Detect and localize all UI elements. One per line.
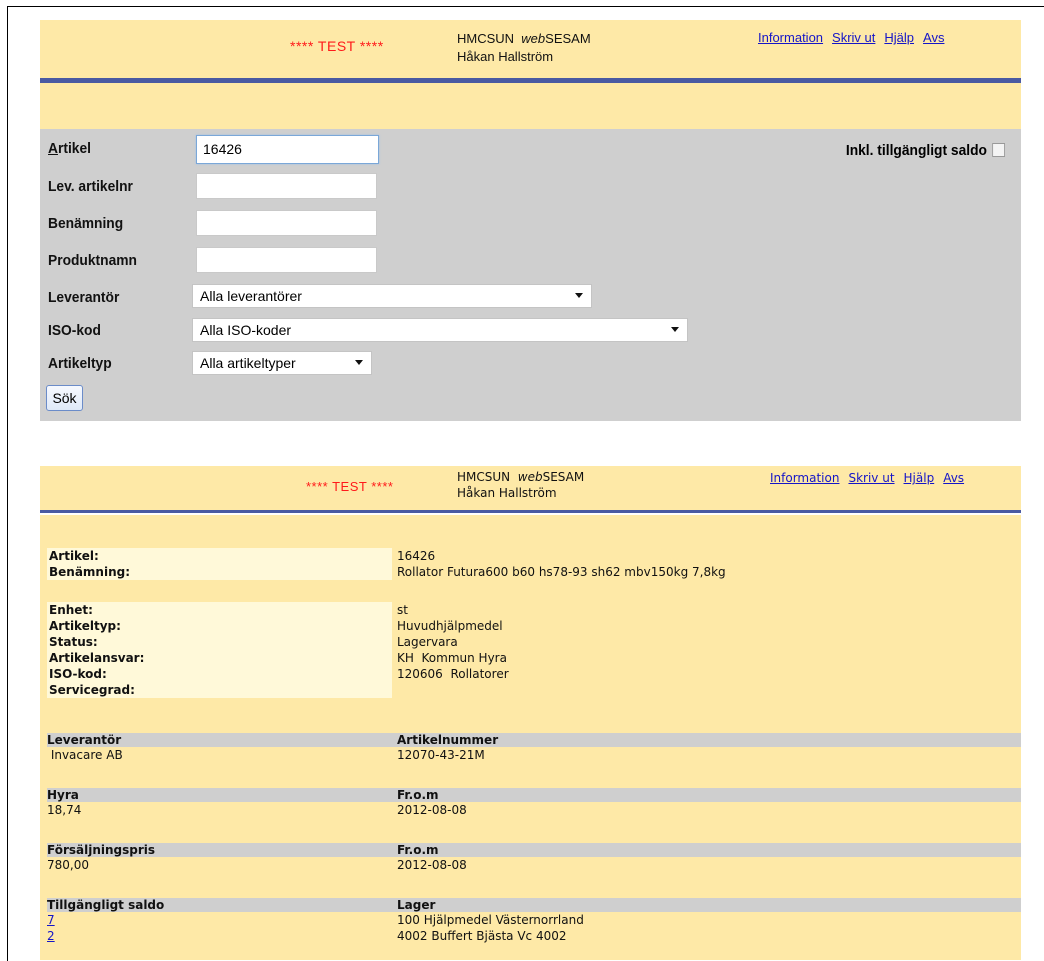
hyra-from-header: Fr.o.m [397,788,439,802]
article-detail: Artikel: 16426 Benämning: Rollator Futur… [40,515,1021,710]
header-links: Information Skriv ut Hjälp Avs [770,471,973,485]
chevron-down-icon [355,360,363,365]
service-detail-label: Servicegrad: [47,682,392,698]
app-name: SESAM [542,470,585,484]
artikeltyp-select[interactable]: Alla artikeltyper [192,351,372,375]
app-name: SESAM [545,31,591,46]
enhet-detail-label: Enhet: [47,602,392,618]
lager-value: 100 Hjälpmedel Västernorrland [397,913,584,927]
pris-group-header: Försäljningspris Fr.o.m [47,843,1021,857]
artikeltyp-detail-label: Artikeltyp: [47,618,392,634]
app-prefix: HMCSUN [457,31,515,46]
ansvar-detail-label: Artikelansvar: [47,650,392,666]
iso-kod-value: Alla ISO-koder [200,322,292,338]
lager-header: Lager [397,898,436,912]
produktnamn-label: Produktnamn [48,252,137,269]
search-button[interactable]: Sök [46,385,83,411]
artikel-detail-label: Artikel: [47,548,392,564]
leverantor-value: Alla leverantörer [200,288,302,304]
pris-from-header: Fr.o.m [397,843,439,857]
pris-header: Försäljningspris [47,843,156,857]
information-link[interactable]: Information [770,471,839,485]
pris-value: 780,00 [47,858,89,872]
artikeltyp-label: Artikeltyp [48,355,112,372]
chevron-down-icon [575,293,583,298]
groups: Leverantör Artikelnummer Invacare AB 120… [40,710,1021,960]
lager-value: 4002 Buffert Bjästa Vc 4002 [397,929,567,943]
print-link[interactable]: Skriv ut [832,30,875,45]
saldo-checkbox[interactable] [992,143,1005,157]
saldo-row: 2 [47,928,55,944]
iso-kod-select[interactable]: Alla ISO-koder [192,318,688,342]
result-header-rule [40,510,1021,513]
chevron-down-icon [671,327,679,332]
hyra-from-value: 2012-08-08 [397,803,467,817]
user-name: Håkan Hallström [457,486,557,500]
print-link[interactable]: Skriv ut [848,471,894,485]
leverantor-header: Leverantör [47,733,122,747]
saldo-link[interactable]: 2 [47,929,55,943]
hyra-value: 18,74 [47,803,82,817]
saldo-header: Tillgängligt saldo [47,898,165,912]
benamning-label: Benämning [48,215,124,232]
saldo-label: Inkl. tillgängligt saldo [845,142,987,159]
app-prefix: HMCSUN [457,470,511,484]
iso-kod-label: ISO-kod [48,322,101,339]
saldo-link[interactable]: 7 [47,913,55,927]
status-detail-label: Status: [47,634,392,650]
artikeltyp-detail-value: Huvudhjälpmedel [397,619,503,633]
app-title: HMCSUN webSESAM Håkan Hallström [457,469,584,501]
logout-link[interactable]: Avs [923,30,944,45]
header-band [40,83,1021,129]
iso-detail-value: 120606 Rollatorer [397,667,509,681]
header-links: Information Skriv ut Hjälp Avs [758,30,953,45]
artikelnummer-value: 12070-43-21M [397,748,485,762]
test-label: **** TEST **** [290,38,384,54]
iso-detail-label: ISO-kod: [47,666,392,682]
test-label: **** TEST **** [306,479,394,494]
enhet-detail-value: st [397,603,408,617]
artikel-detail-value: 16426 [397,549,436,563]
produktnamn-input[interactable] [196,247,377,273]
result-header: **** TEST **** HMCSUN webSESAM Håkan Hal… [40,466,1021,510]
top-header: **** TEST **** HMCSUN webSESAM Håkan Hal… [40,20,1021,78]
benamning-input[interactable] [196,210,377,236]
artikel-input[interactable]: 16426 [196,135,379,164]
lev-artikelnr-label: Lev. artikelnr [48,178,133,195]
saldo-group-header: Tillgängligt saldo Lager [47,898,1021,912]
artikel-label: Artikel [48,140,91,157]
saldo-checkbox-group: Inkl. tillgängligt saldo [846,142,1005,159]
leverantor-group-header: Leverantör Artikelnummer [47,733,1021,747]
hyra-header: Hyra [47,788,79,802]
saldo-row: 7 [47,912,55,928]
benamning-detail-value: Rollator Futura600 b60 hs78-93 sh62 mbv1… [397,565,726,579]
lev-artikelnr-input[interactable] [196,173,377,199]
artikelnummer-header: Artikelnummer [397,733,499,747]
pris-from-value: 2012-08-08 [397,858,467,872]
status-detail-value: Lagervara [397,635,458,649]
help-link[interactable]: Hjälp [904,471,935,485]
search-form: Artikel 16426 Lev. artikelnr Benämning P… [40,129,1021,421]
user-name: Håkan Hallström [457,49,554,64]
help-link[interactable]: Hjälp [884,30,914,45]
app-title: HMCSUN webSESAM Håkan Hallström [457,30,591,66]
leverantor-value: Invacare AB [47,748,123,762]
benamning-detail-label: Benämning: [47,564,392,580]
app-web: web [521,31,546,46]
app-web: web [517,470,543,484]
leverantor-select[interactable]: Alla leverantörer [192,284,592,308]
leverantor-label: Leverantör [48,289,120,306]
hyra-group-header: Hyra Fr.o.m [47,788,1021,802]
ansvar-detail-value: KH Kommun Hyra [397,651,507,665]
information-link[interactable]: Information [758,30,823,45]
artikel-label-text: rtikel [57,140,91,157]
logout-link[interactable]: Avs [943,471,964,485]
artikeltyp-value: Alla artikeltyper [200,355,296,371]
